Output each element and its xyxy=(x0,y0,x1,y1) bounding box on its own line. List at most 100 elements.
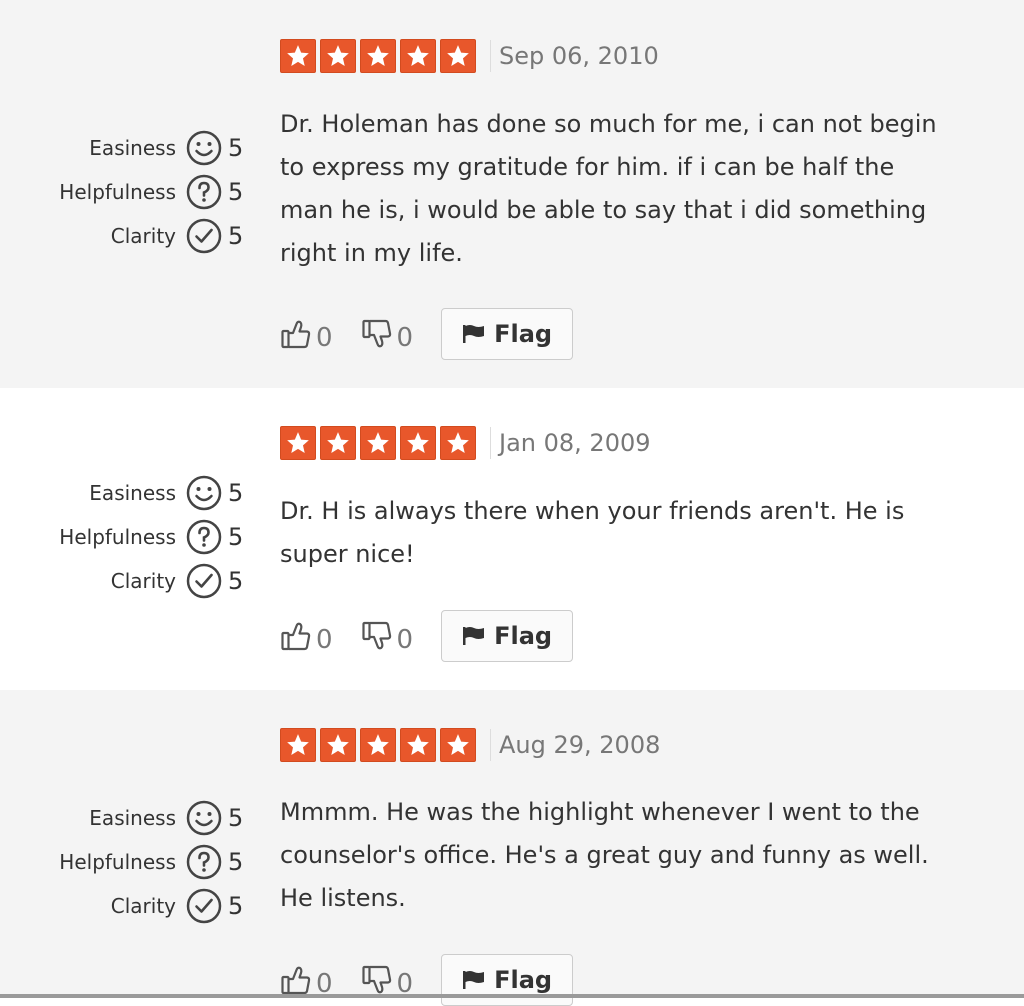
easiness-row: Easiness 5 xyxy=(89,128,250,168)
review-date: Sep 06, 2010 xyxy=(490,40,659,72)
flag-label: Flag xyxy=(494,966,553,994)
easiness-value: 5 xyxy=(228,134,244,162)
thumbs-down-button[interactable]: 0 xyxy=(361,617,414,655)
flag-icon xyxy=(463,627,485,645)
thumbs-up-count: 0 xyxy=(316,625,333,655)
clarity-row: Clarity 5 xyxy=(111,561,250,601)
review-header: Aug 29, 2008 xyxy=(280,727,660,763)
comment-line: counselor's office. He's a great guy and… xyxy=(280,841,929,869)
helpfulness-row: Helpfulness 5 xyxy=(59,842,250,882)
thumbs-up-button[interactable]: 0 xyxy=(280,617,333,655)
star-icon xyxy=(400,39,436,73)
clarity-value: 5 xyxy=(228,892,244,920)
easiness-value: 5 xyxy=(228,479,244,507)
flag-button[interactable]: Flag xyxy=(441,308,574,360)
comment-line: man he is, i would be able to say that i… xyxy=(280,196,927,224)
star-icon xyxy=(280,39,316,73)
easiness-row: Easiness 5 xyxy=(89,473,250,513)
helpfulness-label: Helpfulness xyxy=(59,180,176,204)
review-actions: 0 0 Flag xyxy=(280,954,574,1006)
helpfulness-label: Helpfulness xyxy=(59,525,176,549)
clarity-value: 5 xyxy=(228,567,244,595)
helpfulness-value: 5 xyxy=(228,523,244,551)
question-circle-icon xyxy=(186,174,222,210)
thumbs-down-count: 0 xyxy=(396,323,414,353)
comment-line: to express my gratitude for him. if i ca… xyxy=(280,153,895,181)
easiness-label: Easiness xyxy=(89,806,176,830)
star-icon xyxy=(360,728,396,762)
review-comment: Dr. Holeman has done so much for me, i c… xyxy=(280,103,980,275)
thumbs-up-icon xyxy=(281,966,311,995)
comment-line: super nice! xyxy=(280,540,415,568)
thumbs-up-icon xyxy=(281,320,311,349)
helpfulness-value: 5 xyxy=(228,848,244,876)
helpfulness-row: Helpfulness 5 xyxy=(59,517,250,557)
helpfulness-row: Helpfulness 5 xyxy=(59,172,250,212)
star-rating xyxy=(280,426,480,460)
comment-line: right in my life. xyxy=(280,239,463,267)
thumbs-up-button[interactable]: 0 xyxy=(280,315,333,353)
page-bottom-edge xyxy=(0,994,1024,998)
thumbs-down-icon xyxy=(361,965,391,994)
smiley-icon xyxy=(186,130,222,166)
clarity-value: 5 xyxy=(228,222,244,250)
star-icon xyxy=(440,728,476,762)
star-icon xyxy=(320,728,356,762)
flag-button[interactable]: Flag xyxy=(441,610,574,662)
star-icon xyxy=(400,426,436,460)
review-date: Jan 08, 2009 xyxy=(490,427,651,459)
star-icon xyxy=(280,728,316,762)
flag-icon xyxy=(463,971,485,989)
easiness-value: 5 xyxy=(228,804,244,832)
comment-line: Dr. Holeman has done so much for me, i c… xyxy=(280,110,937,138)
review-header: Sep 06, 2010 xyxy=(280,38,659,74)
star-icon xyxy=(400,728,436,762)
star-icon xyxy=(360,39,396,73)
star-icon xyxy=(440,39,476,73)
question-circle-icon xyxy=(186,844,222,880)
easiness-label: Easiness xyxy=(89,481,176,505)
flag-icon xyxy=(463,325,485,343)
smiley-icon xyxy=(186,475,222,511)
review-comment: Mmmm. He was the highlight whenever I we… xyxy=(280,791,980,920)
review-card: Sep 06, 2010 Easiness 5 Helpfulness 5 Cl… xyxy=(0,0,1024,388)
check-circle-icon xyxy=(186,888,222,924)
star-icon xyxy=(320,426,356,460)
star-rating xyxy=(280,39,480,73)
review-comment: Dr. H is always there when your friends … xyxy=(280,490,980,576)
flag-button[interactable]: Flag xyxy=(441,954,574,1006)
comment-line: Dr. H is always there when your friends … xyxy=(280,497,905,525)
flag-label: Flag xyxy=(494,622,553,650)
helpfulness-value: 5 xyxy=(228,178,244,206)
flag-label: Flag xyxy=(494,320,553,348)
thumbs-down-count: 0 xyxy=(396,625,414,655)
clarity-row: Clarity 5 xyxy=(111,886,250,926)
clarity-row: Clarity 5 xyxy=(111,216,250,256)
review-actions: 0 0 Flag xyxy=(280,610,574,662)
comment-line: He listens. xyxy=(280,884,406,912)
review-date: Aug 29, 2008 xyxy=(490,729,660,761)
star-icon xyxy=(320,39,356,73)
star-icon xyxy=(280,426,316,460)
smiley-icon xyxy=(186,800,222,836)
star-rating xyxy=(280,728,480,762)
thumbs-down-icon xyxy=(361,621,391,650)
clarity-label: Clarity xyxy=(110,569,176,593)
review-header: Jan 08, 2009 xyxy=(280,425,651,461)
easiness-row: Easiness 5 xyxy=(89,798,250,838)
check-circle-icon xyxy=(186,563,222,599)
thumbs-down-button[interactable]: 0 xyxy=(361,315,414,353)
check-circle-icon xyxy=(186,218,222,254)
star-icon xyxy=(360,426,396,460)
thumbs-down-icon xyxy=(361,319,391,348)
question-circle-icon xyxy=(186,519,222,555)
helpfulness-label: Helpfulness xyxy=(59,850,176,874)
comment-line: Mmmm. He was the highlight whenever I we… xyxy=(280,798,920,826)
review-actions: 0 0 Flag xyxy=(280,308,574,360)
thumbs-up-icon xyxy=(281,622,311,651)
thumbs-up-count: 0 xyxy=(316,323,333,353)
clarity-label: Clarity xyxy=(110,894,176,918)
review-card: Jan 08, 2009 Easiness 5 Helpfulness 5 Cl… xyxy=(0,388,1024,690)
clarity-label: Clarity xyxy=(110,224,176,248)
star-icon xyxy=(440,426,476,460)
